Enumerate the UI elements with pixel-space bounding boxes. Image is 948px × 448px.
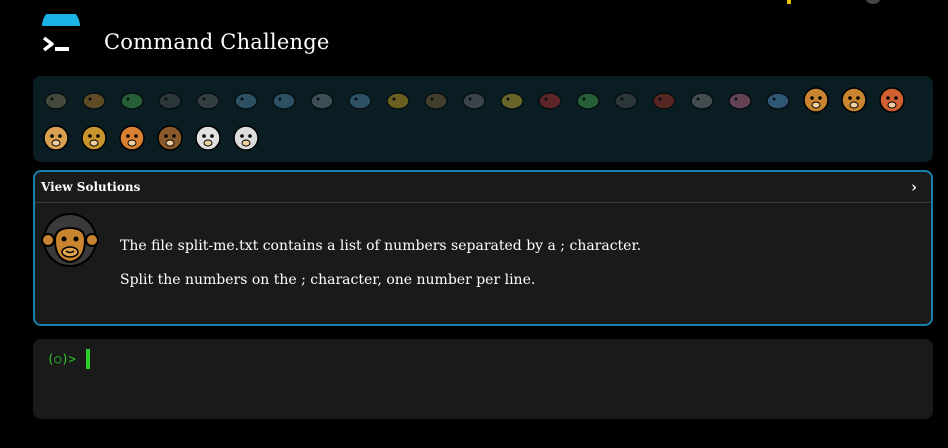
- animal-fish[interactable]: [341, 80, 379, 118]
- monkey-icon: [41, 213, 99, 267]
- view-solutions-label[interactable]: View Solutions: [41, 180, 140, 194]
- animal-snail[interactable]: [37, 80, 75, 118]
- challenge-progress-bar: [33, 76, 933, 162]
- lion-icon: [81, 125, 107, 151]
- animal-cow[interactable]: [227, 118, 265, 156]
- dolphin-icon: [272, 92, 296, 110]
- solutions-panel: View Solutions › The file split-me.txt c…: [33, 170, 933, 326]
- unicorn-icon: [195, 125, 221, 151]
- butterfly-icon: [82, 92, 106, 110]
- spider-web-icon: [196, 92, 220, 110]
- monkey-icon: [803, 87, 829, 113]
- spider-icon: [614, 92, 638, 110]
- animal-butterfly[interactable]: [75, 80, 113, 118]
- animal-whale[interactable]: [227, 80, 265, 118]
- cat-icon: [43, 125, 69, 151]
- animal-cat[interactable]: [37, 118, 75, 156]
- animal-dolphin[interactable]: [265, 80, 303, 118]
- task-description-line-2: Split the numbers on the ; character, on…: [120, 272, 536, 288]
- corner-mark: [787, 0, 791, 4]
- animal-fly[interactable]: [683, 80, 721, 118]
- fox-icon: [879, 87, 905, 113]
- snail-icon: [44, 92, 68, 110]
- animal-caterpillar[interactable]: [113, 80, 151, 118]
- ladybug-icon: [538, 92, 562, 110]
- scorpion-icon: [652, 92, 676, 110]
- ant-icon: [158, 92, 182, 110]
- animal-wolf[interactable]: [455, 80, 493, 118]
- animal-horse[interactable]: [151, 118, 189, 156]
- animal-microbe[interactable]: [759, 80, 797, 118]
- animal-blowfish[interactable]: [417, 80, 455, 118]
- tropical-fish-icon: [386, 92, 410, 110]
- app-title: Command Challenge: [104, 30, 330, 54]
- animal-scorpion[interactable]: [645, 80, 683, 118]
- tiger-icon: [119, 125, 145, 151]
- animal-spider-web[interactable]: [189, 80, 227, 118]
- terminal-prompt: (○)>: [47, 352, 76, 366]
- fish-icon: [348, 92, 372, 110]
- animal-ant[interactable]: [151, 80, 189, 118]
- app-header: Command Challenge: [0, 0, 948, 74]
- animal-ladybug[interactable]: [531, 80, 569, 118]
- cow-icon: [233, 125, 259, 151]
- worm-icon: [728, 92, 752, 110]
- animal-dog[interactable]: [835, 80, 873, 118]
- corner-dot: [866, 0, 880, 4]
- animal-bee[interactable]: [493, 80, 531, 118]
- animal-shark[interactable]: [303, 80, 341, 118]
- wolf-icon: [462, 92, 486, 110]
- animal-fox[interactable]: [873, 80, 911, 118]
- animal-monkey[interactable]: [797, 80, 835, 118]
- fly-icon: [690, 92, 714, 110]
- solutions-panel-header[interactable]: View Solutions ›: [35, 172, 931, 203]
- terminal-logo-icon: [42, 14, 80, 52]
- terminal-cursor[interactable]: [86, 349, 90, 369]
- animal-worm[interactable]: [721, 80, 759, 118]
- animal-grid: [37, 80, 917, 156]
- terminal-area[interactable]: (○)>: [33, 339, 933, 419]
- bee-icon: [500, 92, 524, 110]
- animal-tiger[interactable]: [113, 118, 151, 156]
- blowfish-icon: [424, 92, 448, 110]
- horse-icon: [157, 125, 183, 151]
- caterpillar-icon: [120, 92, 144, 110]
- microbe-icon: [766, 92, 790, 110]
- shark-icon: [310, 92, 334, 110]
- animal-spider[interactable]: [607, 80, 645, 118]
- animal-unicorn[interactable]: [189, 118, 227, 156]
- animal-cricket[interactable]: [569, 80, 607, 118]
- animal-lion[interactable]: [75, 118, 113, 156]
- task-description-line-1: The file split-me.txt contains a list of…: [120, 238, 642, 254]
- whale-icon: [234, 92, 258, 110]
- dog-icon: [841, 87, 867, 113]
- cricket-icon: [576, 92, 600, 110]
- animal-tropical-fish[interactable]: [379, 80, 417, 118]
- chevron-right-icon[interactable]: ›: [911, 178, 917, 196]
